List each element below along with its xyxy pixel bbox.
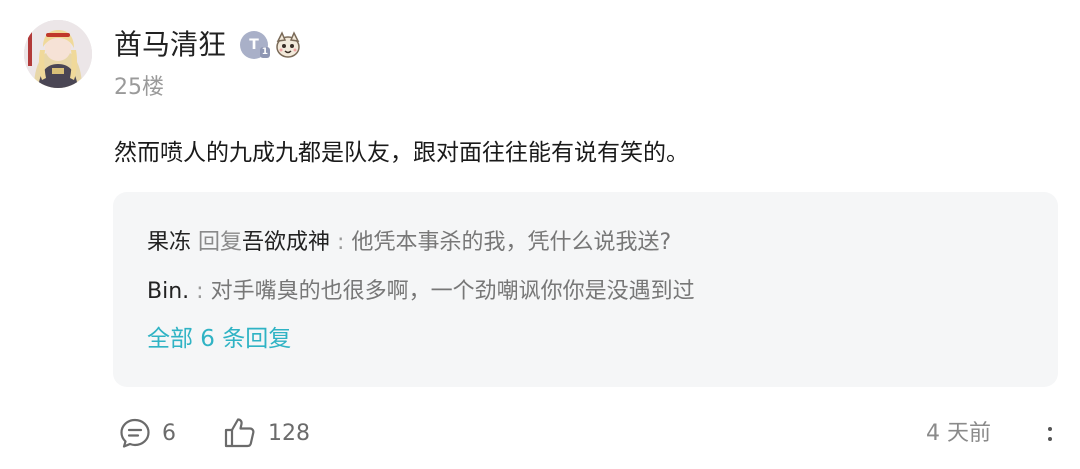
level-badge-icon[interactable]: T 1 [240,31,270,59]
comment-count: 6 [162,420,176,446]
floor-number: 25楼 [114,75,164,100]
reply-target-user[interactable]: 吾欲成神 [242,230,330,255]
reply-item[interactable]: Bin. : 对手嘴臭的也很多啊，一个劲嘲讽你你是没遇到过 [147,276,695,308]
username[interactable]: 酋马清狂 [114,26,226,64]
anime-sticker-icon [276,31,300,58]
level-badge-letter: T [249,37,259,53]
reply-verb: 回复 [198,230,243,255]
reply-text: 他凭本事杀的我，凭什么说我送? [351,230,672,255]
reply-preview-box[interactable]: 果冻 回复吾欲成神 : 他凭本事杀的我，凭什么说我送? Bin. : 对手嘴臭的… [113,192,1058,387]
comment-card: 酋马清狂 T 1 25楼 然而喷人的九成九都是队友，跟对面往往能有说有笑的。 果… [0,0,1080,469]
reply-separator: : [330,230,352,255]
comment-footer: 6 128 4 天前 [0,410,1080,460]
more-dot [1048,437,1052,441]
level-badge-number: 1 [259,47,270,58]
like-button[interactable]: 128 [222,410,310,456]
more-vertical-icon[interactable] [1040,418,1060,450]
reply-author[interactable]: Bin. [147,279,189,304]
reply-author[interactable]: 果冻 [147,230,191,255]
avatar[interactable] [24,20,92,88]
reply-text: 对手嘴臭的也很多啊，一个劲嘲讽你你是没遇到过 [210,279,695,304]
avatar-image [24,20,92,88]
like-count: 128 [268,420,310,446]
reply-separator: : [189,279,211,304]
reply-item[interactable]: 果冻 回复吾欲成神 : 他凭本事杀的我，凭什么说我送? [147,227,671,259]
comment-bubble-icon [120,418,150,448]
more-dot [1048,427,1052,431]
view-all-replies-link[interactable]: 全部 6 条回复 [147,322,291,356]
thumbs-up-icon [224,418,255,448]
comment-button[interactable]: 6 [118,410,176,456]
comment-content: 然而喷人的九成九都是队友，跟对面往往能有说有笑的。 [114,140,689,166]
post-time: 4 天前 [926,421,991,446]
user-badges: T 1 [240,28,304,62]
